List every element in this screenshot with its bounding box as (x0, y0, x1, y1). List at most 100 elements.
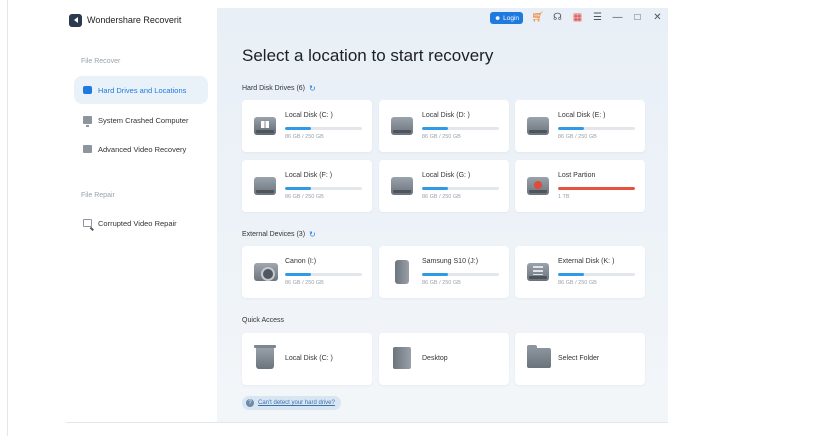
quick-access-name: Local Disk (C: ) (285, 355, 333, 362)
recoverit-logo-icon (69, 13, 82, 27)
section-label: Quick Access (242, 317, 285, 324)
quick-access-card[interactable]: Select Folder (515, 333, 645, 385)
quick-access-name: Select Folder (558, 355, 600, 362)
sidebar-item-label: Advanced Video Recovery (98, 144, 187, 154)
drive-card[interactable]: Local Disk (D: ) 86 GB / 250 GB (379, 100, 509, 152)
app-name: Wondershare Recoverit (87, 15, 182, 25)
quick-access-card[interactable]: Local Disk (C: ) (242, 333, 372, 385)
sidebar-item-system-crashed[interactable]: System Crashed Computer (74, 106, 208, 134)
cart-icon[interactable]: 🛒︎ (531, 13, 544, 24)
app-window: Wondershare Recoverit File Recover Hard … (66, 8, 668, 422)
camera-icon (254, 263, 278, 281)
gift-icon[interactable]: ▦ (572, 13, 583, 24)
drive-card[interactable]: Local Disk (F: ) 86 GB / 250 GB (242, 160, 372, 212)
refresh-icon[interactable]: ↻ (309, 230, 316, 239)
divider (66, 422, 668, 423)
device-name: Samsung S10 (J:) (422, 258, 479, 265)
usage-bar (422, 127, 499, 130)
minimize-icon[interactable]: — (612, 13, 623, 24)
brand: Wondershare Recoverit (69, 12, 181, 28)
drive-name: Local Disk (E: ) (558, 112, 606, 119)
login-button[interactable]: ☻ Login (490, 12, 523, 24)
headset-icon[interactable]: ☊ (552, 13, 563, 24)
titlebar: ☻ Login 🛒︎ ☊ ▦ ☰ — □ ✕ (490, 8, 668, 28)
usage-bar (422, 187, 499, 190)
maximize-icon[interactable]: □ (632, 13, 643, 24)
device-card[interactable]: External Disk (K: ) 86 GB / 250 GB (515, 246, 645, 298)
usage-bar (285, 273, 362, 276)
drive-size: 86 GB / 250 GB (422, 194, 461, 200)
usage-fill (422, 273, 449, 276)
usage-fill (422, 187, 449, 190)
lost-partition-icon (527, 177, 549, 195)
drive-size: 86 GB / 250 GB (285, 194, 324, 200)
usage-fill (285, 187, 312, 190)
usage-bar (558, 273, 635, 276)
sidebar-item-label: Corrupted Video Repair (98, 218, 177, 228)
drive-size: 86 GB / 250 GB (558, 134, 597, 140)
hard-drive-icon (527, 117, 549, 135)
section-quick-access: Quick Access (242, 317, 284, 324)
sidebar: Wondershare Recoverit File Recover Hard … (66, 8, 217, 422)
usage-fill (558, 273, 585, 276)
device-name: Canon (I:) (285, 258, 317, 265)
user-icon: ☻ (494, 14, 502, 22)
usage-bar (285, 187, 362, 190)
device-size: 86 GB / 250 GB (285, 280, 324, 286)
device-name: External Disk (K: ) (558, 258, 615, 265)
divider (7, 0, 8, 436)
windows-drive-icon (254, 117, 276, 135)
sidebar-item-corrupted-video[interactable]: Corrupted Video Repair (74, 209, 208, 237)
folder-icon (527, 345, 551, 368)
help-link-pill[interactable]: ? Can't detect your hard drive? (242, 396, 341, 410)
hard-drive-icon (391, 117, 413, 135)
menu-icon[interactable]: ☰ (592, 13, 603, 24)
page-frame: Wondershare Recoverit File Recover Hard … (0, 0, 829, 436)
quick-access-card[interactable]: Desktop (379, 333, 509, 385)
sidebar-item-hard-drives[interactable]: Hard Drives and Locations (74, 76, 208, 104)
drive-card[interactable]: Local Disk (C: ) 86 GB / 250 GB (242, 100, 372, 152)
hard-drive-icon (83, 86, 92, 94)
usage-fill (285, 273, 312, 276)
drive-name: Local Disk (F: ) (285, 172, 333, 179)
sidebar-item-label: Hard Drives and Locations (98, 85, 187, 95)
drive-card[interactable]: Local Disk (E: ) 86 GB / 250 GB (515, 100, 645, 152)
drive-size: 1 TB (558, 194, 570, 200)
sidebar-item-advanced-video[interactable]: Advanced Video Recovery (74, 135, 208, 163)
refresh-icon[interactable]: ↻ (309, 84, 316, 93)
drive-name: Local Disk (G: ) (422, 172, 471, 179)
drive-card[interactable]: Lost Partion 1 TB (515, 160, 645, 212)
usage-fill (422, 127, 449, 130)
sidebar-heading-file-repair: File Repair (81, 192, 115, 199)
hard-drive-icon (391, 177, 413, 195)
section-label: Hard Disk Drives (6) (242, 85, 306, 92)
page-title: Select a location to start recovery (242, 46, 494, 65)
monitor-icon (83, 116, 92, 127)
sidebar-heading-file-recover: File Recover (81, 58, 121, 65)
device-card[interactable]: Samsung S10 (J:) 86 GB / 250 GB (379, 246, 509, 298)
quick-access-name: Desktop (422, 355, 448, 362)
drive-card[interactable]: Local Disk (G: ) 86 GB / 250 GB (379, 160, 509, 212)
video-icon (83, 145, 92, 153)
desktop-icon (393, 347, 411, 369)
help-link[interactable]: Can't detect your hard drive? (258, 400, 335, 406)
section-hard-disk-drives: Hard Disk Drives (6) ↻ (242, 84, 316, 93)
question-icon: ? (246, 399, 254, 407)
login-label: Login (503, 14, 519, 22)
phone-icon (395, 260, 409, 284)
usage-fill (558, 187, 635, 190)
drive-name: Local Disk (C: ) (285, 112, 333, 119)
drive-size: 86 GB / 250 GB (285, 134, 324, 140)
device-card[interactable]: Canon (I:) 86 GB / 250 GB (242, 246, 372, 298)
main-panel: ☻ Login 🛒︎ ☊ ▦ ☰ — □ ✕ Select a location… (217, 8, 668, 422)
section-label: External Devices (3) (242, 231, 306, 238)
close-icon[interactable]: ✕ (652, 13, 663, 24)
drive-size: 86 GB / 250 GB (422, 134, 461, 140)
hard-drive-icon (254, 177, 276, 195)
section-external-devices: External Devices (3) ↻ (242, 230, 316, 239)
video-repair-icon (83, 219, 92, 227)
sidebar-item-label: System Crashed Computer (98, 115, 189, 125)
usage-bar (558, 127, 635, 130)
device-size: 86 GB / 250 GB (558, 280, 597, 286)
usage-bar (558, 187, 635, 190)
